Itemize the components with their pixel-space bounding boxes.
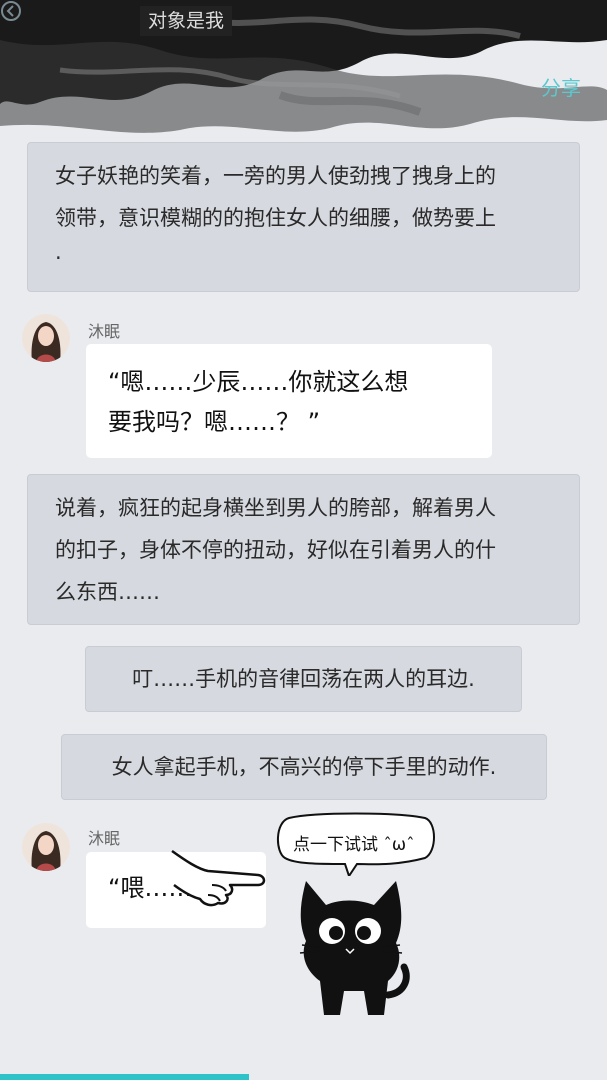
header: 对象是我 分享 (0, 0, 607, 140)
speaker-name: 沐眠 (88, 829, 121, 848)
avatar (22, 314, 70, 362)
ink-brush-banner (0, 0, 607, 140)
narration-box[interactable]: 说着，疯狂的起身横坐到男人的胯部，解着男人 的扣子，身体不停的扭动，好似在引着男… (27, 474, 580, 625)
narration-line: 的扣子，身体不停的扭动，好似在引着男人的什 (55, 538, 496, 562)
dialogue-line: “嗯……少辰……你就这么想 (108, 368, 409, 396)
black-cat-icon[interactable] (292, 875, 412, 1020)
share-button[interactable]: 分享 (541, 72, 581, 101)
dialogue-bubble[interactable]: “嗯……少辰……你就这么想 要我吗？嗯……？ ” (86, 344, 492, 458)
pointing-hand-icon (171, 849, 266, 907)
narration-line: 叮……手机的音律回荡在两人的耳边. (132, 667, 475, 691)
narration-box[interactable]: 女人拿起手机，不高兴的停下手里的动作. (61, 734, 547, 800)
avatar (22, 823, 70, 871)
character-portrait-icon (22, 314, 70, 362)
character-portrait-icon (22, 823, 70, 871)
narration-line: 说着，疯狂的起身横坐到男人的胯部，解着男人 (55, 496, 496, 520)
narration-line: 领带，意识模糊的的抱住女人的细腰，做势要上 (55, 206, 496, 230)
narration-line: . (55, 240, 62, 264)
narration-box[interactable]: 女子妖艳的笑着，一旁的男人使劲拽了拽身上的 领带，意识模糊的的抱住女人的细腰，做… (27, 142, 580, 292)
speaker-name: 沐眠 (88, 322, 121, 341)
reading-progress-fill (0, 1074, 249, 1080)
hint-text[interactable]: 点一下试试 ˆωˆ (293, 830, 415, 855)
narration-box[interactable]: 叮……手机的音律回荡在两人的耳边. (85, 646, 522, 712)
dialogue-line: 要我吗？嗯……？ ” (108, 408, 321, 436)
narration-line: 么东西…… (55, 580, 160, 604)
story-title: 对象是我 (140, 6, 233, 36)
narration-line: 女子妖艳的笑着，一旁的男人使劲拽了拽身上的 (55, 164, 496, 188)
reading-progress (0, 1074, 607, 1080)
back-icon[interactable] (0, 0, 22, 22)
narration-line: 女人拿起手机，不高兴的停下手里的动作. (111, 755, 497, 779)
